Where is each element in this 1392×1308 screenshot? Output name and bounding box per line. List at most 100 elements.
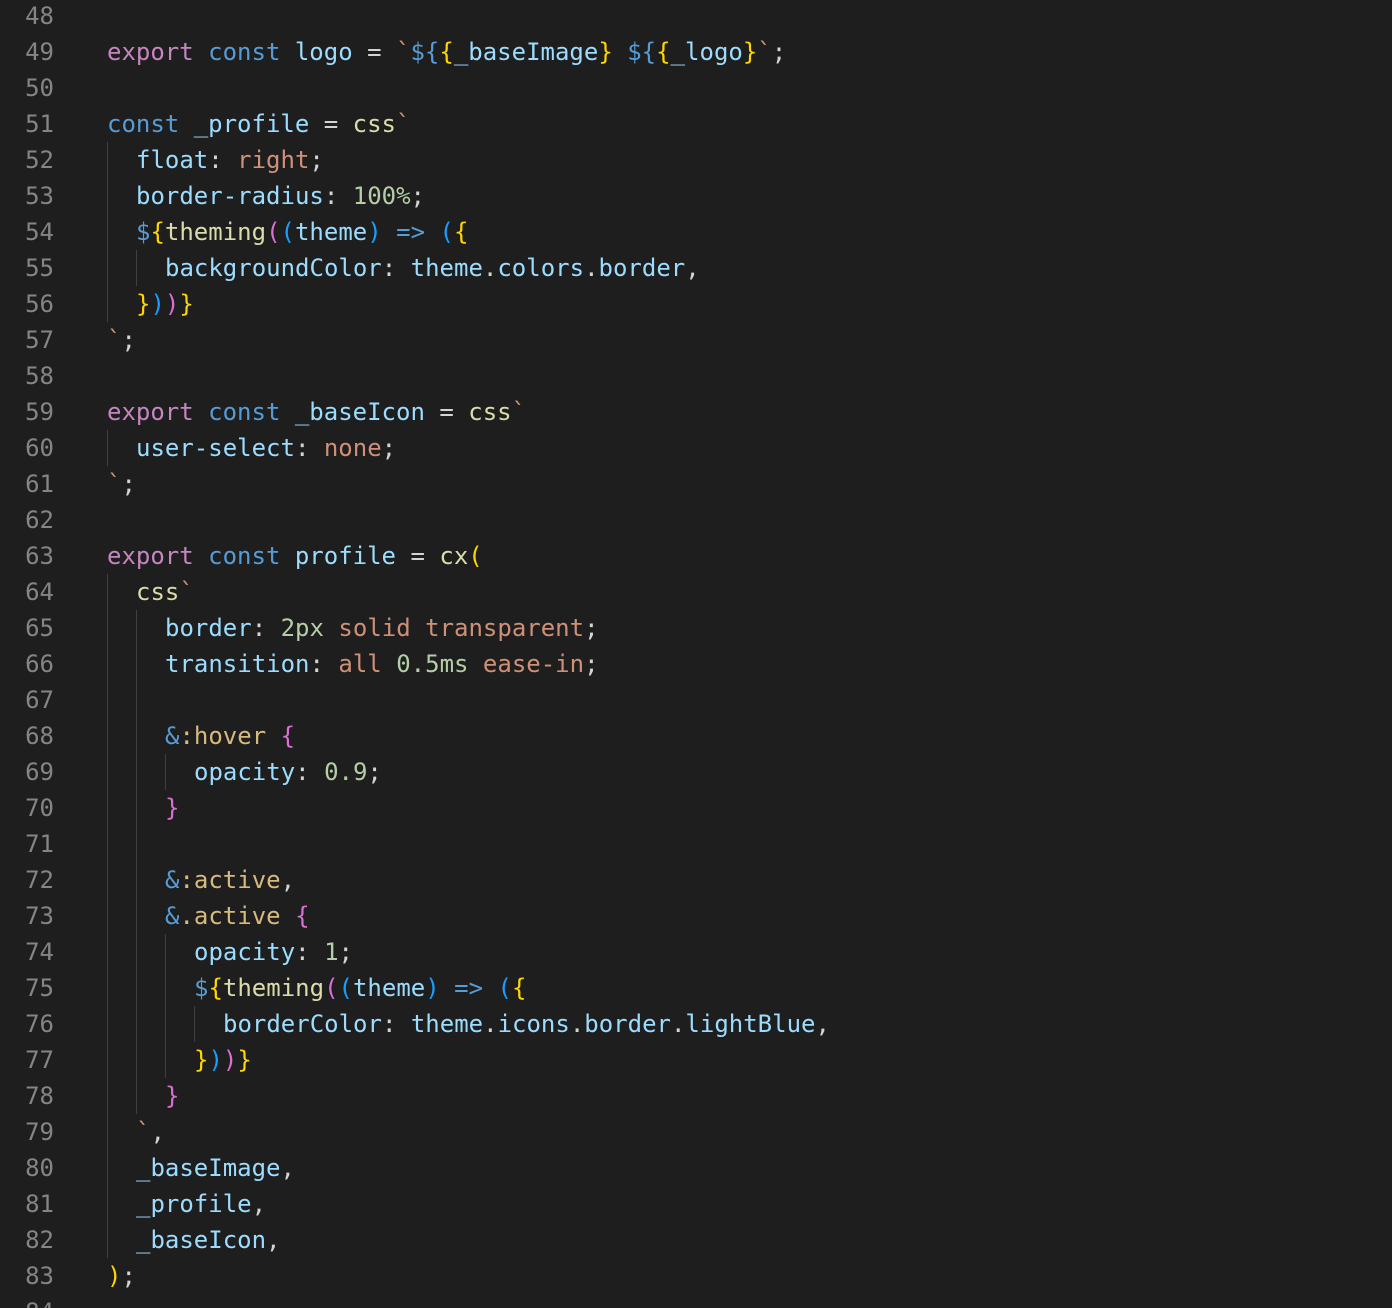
token: : bbox=[309, 650, 339, 678]
token: logo bbox=[294, 38, 353, 66]
indent-guide bbox=[107, 898, 108, 934]
code-line[interactable]: 68 &:hover { bbox=[0, 718, 1392, 754]
code-line[interactable]: 84 bbox=[0, 1294, 1392, 1308]
code-line[interactable]: 81 _profile, bbox=[0, 1186, 1392, 1222]
token: : bbox=[295, 758, 325, 786]
token: ; bbox=[121, 326, 136, 354]
code-text: const _profile = css` bbox=[107, 106, 410, 142]
code-line[interactable]: 62 bbox=[0, 502, 1392, 538]
code-line[interactable]: 70} bbox=[0, 790, 1392, 826]
token: ; bbox=[771, 38, 787, 66]
code-line[interactable]: 74 opacity: 1; bbox=[0, 934, 1392, 970]
indent-guide bbox=[136, 862, 137, 898]
token: { bbox=[280, 722, 296, 750]
token: 0.9 bbox=[324, 758, 368, 786]
code-line[interactable]: 83); bbox=[0, 1258, 1392, 1294]
code-line[interactable]: 51 const _profile = css` bbox=[0, 106, 1392, 142]
indent-guide bbox=[107, 934, 108, 970]
token: _logo bbox=[670, 38, 743, 66]
code-text: export const profile = cx( bbox=[107, 538, 483, 574]
token: : bbox=[295, 938, 325, 966]
token: = bbox=[352, 38, 397, 66]
indent-guide bbox=[136, 826, 137, 862]
code-line[interactable]: 48 bbox=[0, 0, 1392, 34]
indent-guide bbox=[136, 718, 137, 754]
line-number: 48 bbox=[25, 2, 54, 30]
code-line[interactable]: 66 transition: all 0.5ms ease-in; bbox=[0, 646, 1392, 682]
token: = bbox=[396, 542, 440, 570]
token: icons bbox=[497, 1010, 570, 1038]
code-line[interactable]: 65 border: 2px solid transparent; bbox=[0, 610, 1392, 646]
token: : bbox=[208, 146, 238, 174]
token: ` bbox=[107, 470, 122, 498]
code-line[interactable]: 53 border-radius: 100%; bbox=[0, 178, 1392, 214]
code-line[interactable]: 63 export const profile = cx( bbox=[0, 538, 1392, 574]
code-line[interactable]: 60 user-select: none; bbox=[0, 430, 1392, 466]
token: : bbox=[294, 434, 324, 462]
code-line[interactable]: 72 &:active, bbox=[0, 862, 1392, 898]
token: const bbox=[208, 542, 281, 570]
line-number: 84 bbox=[0, 1294, 54, 1308]
line-number: 59 bbox=[25, 398, 54, 426]
code-line[interactable]: 82 _baseIcon, bbox=[0, 1222, 1392, 1258]
token: css bbox=[136, 578, 180, 606]
code-line[interactable]: 52 float: right; bbox=[0, 142, 1392, 178]
token: : bbox=[381, 254, 411, 282]
line-number: 72 bbox=[25, 866, 54, 894]
code-line[interactable]: 73 &.active { bbox=[0, 898, 1392, 934]
token: :hover bbox=[179, 722, 267, 750]
code-line[interactable]: 61 `; bbox=[0, 466, 1392, 502]
token: ; bbox=[338, 938, 353, 966]
code-text: `, bbox=[136, 1114, 165, 1150]
code-line[interactable]: 49 export const logo = `${{_baseImage} ${… bbox=[0, 34, 1392, 70]
indent-guide bbox=[107, 1150, 108, 1186]
code-line[interactable]: 80 _baseImage, bbox=[0, 1150, 1392, 1186]
indent-guide bbox=[165, 1006, 166, 1042]
code-line[interactable]: 55 backgroundColor: theme.colors.border, bbox=[0, 250, 1392, 286]
code-line[interactable]: 64 css` bbox=[0, 574, 1392, 610]
indent-guide bbox=[136, 250, 137, 286]
token: ( bbox=[324, 974, 339, 1002]
line-number: 77 bbox=[25, 1046, 54, 1074]
token: theme bbox=[410, 1010, 484, 1038]
line-number: 65 bbox=[25, 614, 54, 642]
code-line[interactable]: 69 opacity: 0.9; bbox=[0, 754, 1392, 790]
code-line[interactable]: 56}))} bbox=[0, 286, 1392, 322]
code-line[interactable]: 77}))} bbox=[0, 1042, 1392, 1078]
token: , bbox=[150, 1118, 165, 1146]
code-line[interactable]: 67 bbox=[0, 682, 1392, 718]
indent-guide bbox=[107, 1078, 108, 1114]
line-number: 53 bbox=[25, 182, 54, 210]
token: { bbox=[150, 218, 165, 246]
token: . bbox=[483, 1010, 498, 1038]
code-line[interactable]: 75 ${theming((theme) => ({ bbox=[0, 970, 1392, 1006]
line-number: 69 bbox=[25, 758, 54, 786]
token: ; bbox=[584, 650, 599, 678]
token: ; bbox=[584, 614, 599, 642]
code-editor[interactable]: 48 49 export const logo = `${{_baseImage} … bbox=[0, 0, 1392, 1308]
code-line[interactable]: 58 bbox=[0, 358, 1392, 394]
token: export bbox=[107, 542, 194, 570]
code-line[interactable]: 57 `; bbox=[0, 322, 1392, 358]
code-line[interactable]: 50 bbox=[0, 70, 1392, 106]
token: 100% bbox=[352, 182, 411, 210]
token: { bbox=[656, 38, 671, 66]
token: , bbox=[280, 1154, 295, 1182]
code-line[interactable]: 79 `, bbox=[0, 1114, 1392, 1150]
indent-guide bbox=[107, 178, 108, 214]
code-line[interactable]: 78} bbox=[0, 1078, 1392, 1114]
code-line[interactable]: 71 bbox=[0, 826, 1392, 862]
code-text: `; bbox=[107, 466, 136, 502]
code-line[interactable]: 54 ${theming((theme) => ({ bbox=[0, 214, 1392, 250]
code-text: borderColor: theme.icons.border.lightBlu… bbox=[223, 1006, 830, 1042]
code-line[interactable]: 76 borderColor: theme.icons.border.lightB… bbox=[0, 1006, 1392, 1042]
code-text: border: 2px solid transparent; bbox=[165, 610, 599, 646]
line-number: 50 bbox=[25, 74, 54, 102]
code-line[interactable]: 59 export const _baseIcon = css` bbox=[0, 394, 1392, 430]
indent-guide bbox=[107, 970, 108, 1006]
